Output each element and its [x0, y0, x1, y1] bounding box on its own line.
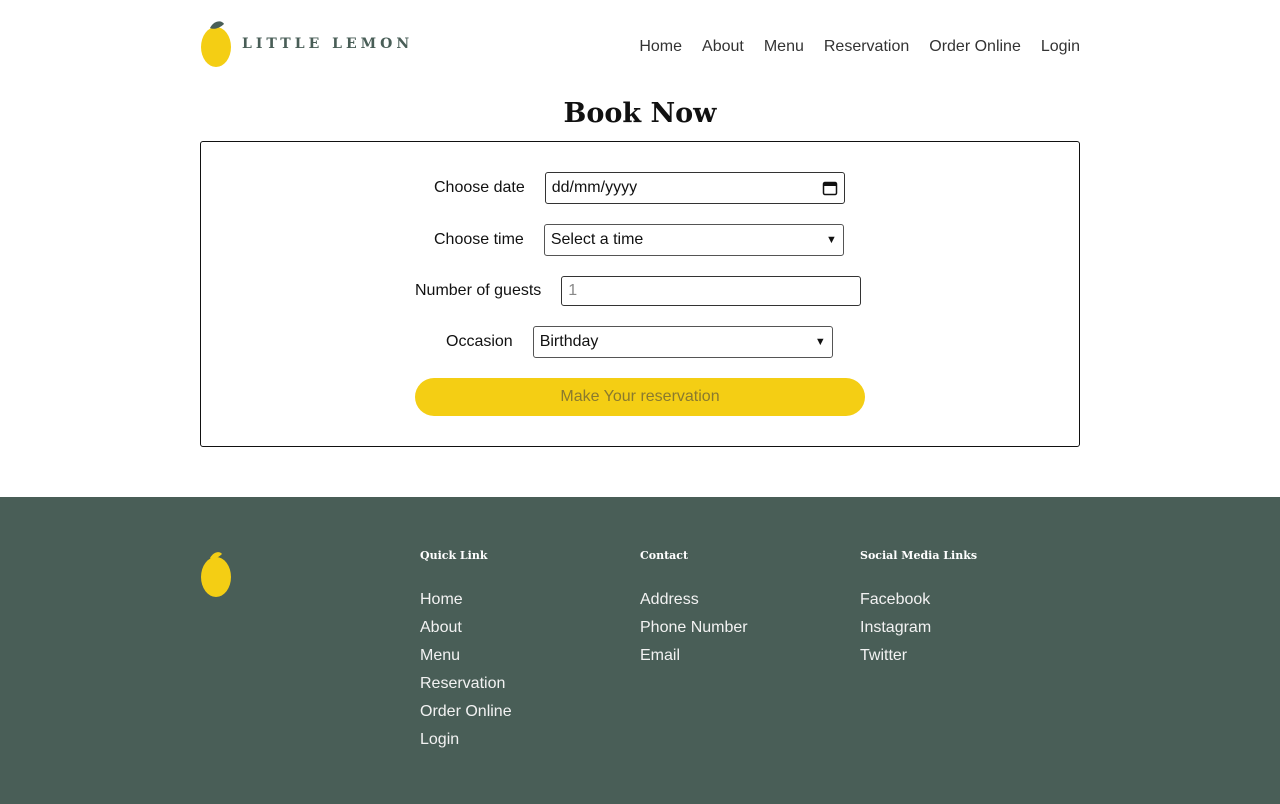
- time-select-value: Select a time: [550, 231, 644, 248]
- quick-link-heading: Quick Link: [420, 549, 488, 562]
- chevron-down-icon: ▼: [825, 234, 837, 246]
- nav-order-online[interactable]: Order Online: [929, 38, 1021, 56]
- date-input[interactable]: dd/mm/yyyy: [544, 172, 845, 204]
- time-label: Choose time: [434, 231, 524, 248]
- footer-link-menu[interactable]: Menu: [420, 642, 512, 670]
- occasion-label: Occasion: [446, 333, 513, 350]
- occasion-select-value: Birthday: [539, 333, 599, 350]
- footer-contact: Contact Address Phone Number Email: [640, 549, 748, 670]
- footer-link-order-online[interactable]: Order Online: [420, 698, 512, 726]
- footer-link-login[interactable]: Login: [420, 726, 512, 754]
- date-value: dd/mm/yyyy: [551, 179, 638, 196]
- footer-link-home[interactable]: Home: [420, 586, 512, 614]
- site-footer: Quick Link Home About Menu Reservation O…: [0, 497, 1280, 804]
- guests-label: Number of guests: [415, 282, 542, 299]
- footer-link-about[interactable]: About: [420, 614, 512, 642]
- occasion-select[interactable]: Birthday ▼: [532, 326, 833, 358]
- occasion-row: Occasion Birthday ▼: [446, 326, 833, 358]
- footer-link-email[interactable]: Email: [640, 642, 748, 670]
- contact-heading: Contact: [640, 549, 689, 562]
- footer-link-address[interactable]: Address: [640, 586, 748, 614]
- time-select[interactable]: Select a time ▼: [543, 224, 844, 256]
- lemon-logo-icon: [201, 21, 231, 67]
- calendar-icon[interactable]: [822, 180, 838, 196]
- nav-menu[interactable]: Menu: [764, 38, 804, 56]
- logo[interactable]: LITTLE LEMON: [200, 18, 413, 70]
- footer-link-instagram[interactable]: Instagram: [860, 614, 977, 642]
- page-title: Book Now: [563, 98, 717, 129]
- footer-link-phone[interactable]: Phone Number: [640, 614, 748, 642]
- time-row: Choose time Select a time ▼: [434, 224, 844, 256]
- logo-text: LITTLE LEMON: [242, 36, 414, 52]
- nav-home[interactable]: Home: [639, 38, 682, 56]
- site-header: LITTLE LEMON Home About Menu Reservation…: [200, 18, 1080, 72]
- make-reservation-button[interactable]: Make Your reservation: [415, 378, 865, 416]
- guests-placeholder: 1: [568, 282, 578, 299]
- date-row: Choose date dd/mm/yyyy: [434, 172, 845, 204]
- main-nav: Home About Menu Reservation Order Online…: [639, 38, 1080, 56]
- footer-social: Social Media Links Facebook Instagram Tw…: [860, 549, 977, 670]
- nav-reservation[interactable]: Reservation: [824, 38, 909, 56]
- guests-row: Number of guests 1: [415, 276, 862, 306]
- booking-form: Choose date dd/mm/yyyy Choose time Selec…: [200, 141, 1080, 447]
- footer-link-facebook[interactable]: Facebook: [860, 586, 977, 614]
- lemon-logo-icon: [201, 552, 231, 597]
- chevron-down-icon: ▼: [814, 336, 826, 348]
- nav-about[interactable]: About: [702, 38, 744, 56]
- footer-link-twitter[interactable]: Twitter: [860, 642, 977, 670]
- social-heading: Social Media Links: [860, 549, 978, 562]
- guests-input[interactable]: 1: [561, 276, 862, 306]
- footer-link-reservation[interactable]: Reservation: [420, 670, 512, 698]
- footer-quick-links: Quick Link Home About Menu Reservation O…: [420, 549, 512, 754]
- nav-login[interactable]: Login: [1041, 38, 1080, 56]
- date-label: Choose date: [434, 179, 525, 196]
